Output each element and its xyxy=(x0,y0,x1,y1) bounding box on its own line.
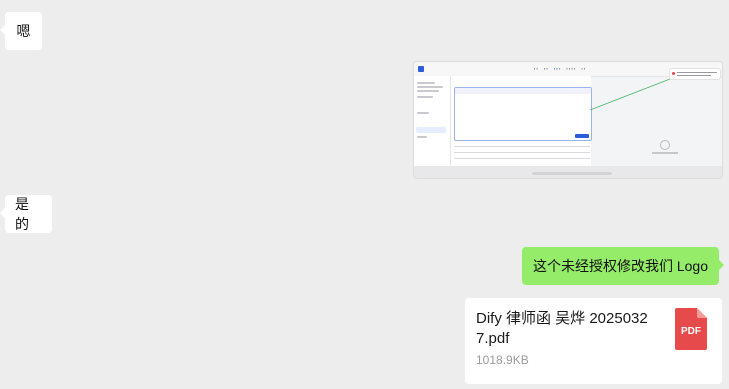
thumb-watermark-icon xyxy=(660,140,670,150)
pdf-icon-label: PDF xyxy=(681,326,701,337)
message-text: 这个未经授权修改我们 Logo xyxy=(532,258,709,274)
thumb-toast xyxy=(670,69,720,79)
file-attachment-card[interactable]: Dify 律师函 吴烨 20250327.pdf 1018.9KB PDF xyxy=(465,298,722,384)
message-text: 是的 xyxy=(15,196,29,232)
message-bubble-incoming[interactable]: 嗯 xyxy=(0,12,42,50)
message-bubble-incoming[interactable]: 是的 xyxy=(0,195,52,233)
message-text: 嗯 xyxy=(16,23,31,39)
message-bubble-outgoing[interactable]: 这个未经授权修改我们 Logo xyxy=(522,247,724,285)
thumb-watermark xyxy=(652,152,678,154)
pdf-icon: PDF xyxy=(675,308,707,350)
file-size: 1018.9KB xyxy=(476,353,529,367)
file-name: Dify 律师函 吴烨 20250327.pdf xyxy=(476,310,648,347)
thumb-annotation-arrow xyxy=(589,78,671,111)
screenshot-image[interactable]: ▪ ▪ ▪ ▪ ▪ ▪ ▪ ▪ ▪ ▪ ▪ ▪ ▪ xyxy=(414,62,722,178)
